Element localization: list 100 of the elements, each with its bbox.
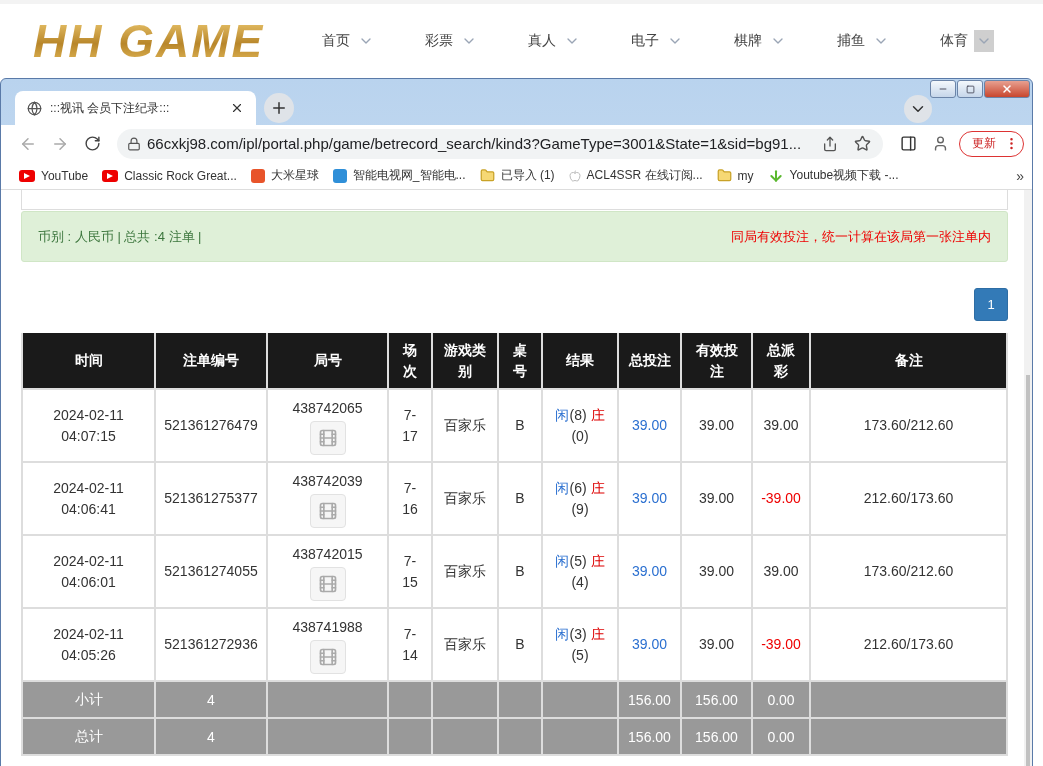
table-cell: 39.00 [618,535,681,608]
total-cell: 156.00 [618,681,681,718]
close-button[interactable] [984,80,1030,98]
column-header: 游戏类别 [432,333,498,389]
film-icon [317,501,338,521]
table-cell: 438741988 [267,608,388,681]
total-cell: 小计 [22,681,155,718]
nav-item[interactable]: 首页 [322,30,425,52]
column-header: 局号 [267,333,388,389]
minimize-button[interactable] [930,80,956,98]
table-cell: B [498,389,542,462]
nav-item[interactable]: 真人 [528,30,631,52]
column-header: 总投注 [618,333,681,389]
table-cell: 7-17 [388,389,432,462]
table-cell: 438742065 [267,389,388,462]
nav-item[interactable]: 体育 [940,30,1043,52]
total-cell: 总计 [22,718,155,755]
table-cell: 212.60/173.60 [810,462,1007,535]
table-cell: 百家乐 [432,535,498,608]
close-icon[interactable] [230,101,244,115]
bookmark-label: 已导入 (1) [500,167,555,184]
table-cell: 2024-02-11 04:06:01 [22,535,155,608]
nav-item[interactable]: 捕鱼 [837,30,940,52]
total-cell: 4 [155,681,267,718]
total-cell: 0.00 [752,681,810,718]
bookmark-label: Classic Rock Great... [124,168,237,183]
bookmark[interactable]: Classic Rock Great... [102,168,237,183]
tab-list-button[interactable] [904,95,932,123]
play-icon [19,169,35,182]
table-cell: 39.00 [752,535,810,608]
more-bookmarks-button[interactable]: » [1016,167,1024,184]
column-header: 时间 [22,333,155,389]
page-button[interactable]: 1 [974,288,1008,321]
close-icon [1001,83,1013,95]
column-header: 结果 [542,333,618,389]
nav-item[interactable]: 棋牌 [734,30,837,52]
table-cell: 百家乐 [432,389,498,462]
globe-icon [27,100,42,116]
film-icon [317,428,338,448]
browser-tab[interactable]: :::视讯 会员下注纪录::: [15,91,256,125]
table-cell: 百家乐 [432,462,498,535]
maximize-button[interactable] [957,80,983,98]
total-cell: 156.00 [681,681,752,718]
table-cell: 39.00 [681,389,752,462]
video-button[interactable] [309,567,346,601]
table-cell: 闲(6) 庄 (9) [542,462,618,535]
folder-icon [716,168,732,183]
lock-icon [127,136,141,151]
total-cell: 156.00 [618,718,681,755]
tab-title: :::视讯 会员下注纪录::: [50,99,171,117]
folder-icon [479,168,495,183]
table-cell: 438742039 [267,462,388,535]
column-header: 有效投注 [681,333,752,389]
nav-item[interactable]: 电子 [631,30,734,52]
column-header: 注单编号 [155,333,267,389]
column-header: 备注 [810,333,1007,389]
url-text: 66cxkj98.com/ipl/portal.php/game/betrecord_search/kind3?GameType=3001&State=1&sid=bg91... [147,135,803,152]
table-cell: 39.00 [681,462,752,535]
apple-icon [568,169,581,182]
summary-text: 币别 : 人民币 | 总共 :4 注单 | [38,227,202,246]
video-button[interactable] [309,421,346,455]
column-header: 桌号 [498,333,542,389]
bookmark[interactable]: my [716,168,754,183]
table-cell: 521361274055 [155,535,267,608]
plus-icon [270,99,288,117]
total-cell: 4 [155,718,267,755]
table-cell: 39.00 [618,389,681,462]
update-button[interactable]: 更新 [959,130,1024,157]
video-button[interactable] [309,640,346,674]
table-cell: 2024-02-11 04:07:15 [22,389,155,462]
bookmark[interactable]: 已导入 (1) [479,167,555,184]
table-cell: 173.60/212.60 [810,389,1007,462]
table-cell: 39.00 [681,535,752,608]
table-cell: 173.60/212.60 [810,535,1007,608]
film-icon [317,647,338,667]
table-cell: 521361275377 [155,462,267,535]
address-bar[interactable]: 66cxkj98.com/ipl/portal.php/game/betrecord_search/kind3?GameType=3001&State=1&sid=bg91... [117,128,883,159]
bookmark-label: YouTube [41,168,89,183]
table-cell: 2024-02-11 04:06:41 [22,462,155,535]
bookmark[interactable]: YouTube [19,168,89,183]
total-cell: 0.00 [752,718,810,755]
table-cell: 7-15 [388,535,432,608]
video-button[interactable] [309,494,346,528]
table-cell: B [498,462,542,535]
table-cell: 521361276479 [155,389,267,462]
bookmark-label: 大米星球 [270,167,319,184]
play-icon [102,169,119,182]
film-icon [317,574,338,594]
nav-item[interactable]: 彩票 [425,30,528,52]
scrollbar[interactable] [1024,190,1032,766]
table-cell: 39.00 [618,462,681,535]
notice-text: 同局有效投注，统一计算在该局第一张注单内 [731,227,991,246]
column-header: 场次 [388,333,432,389]
bookmark[interactable]: 大米星球 [250,167,319,184]
column-header: 总派彩 [752,333,810,389]
total-cell: 156.00 [681,718,752,755]
bookmark-label: my [737,168,754,183]
bookmark[interactable]: Youtube视频下载 -... [767,167,899,184]
new-tab-button[interactable] [264,93,294,123]
table-cell: 7-16 [388,462,432,535]
